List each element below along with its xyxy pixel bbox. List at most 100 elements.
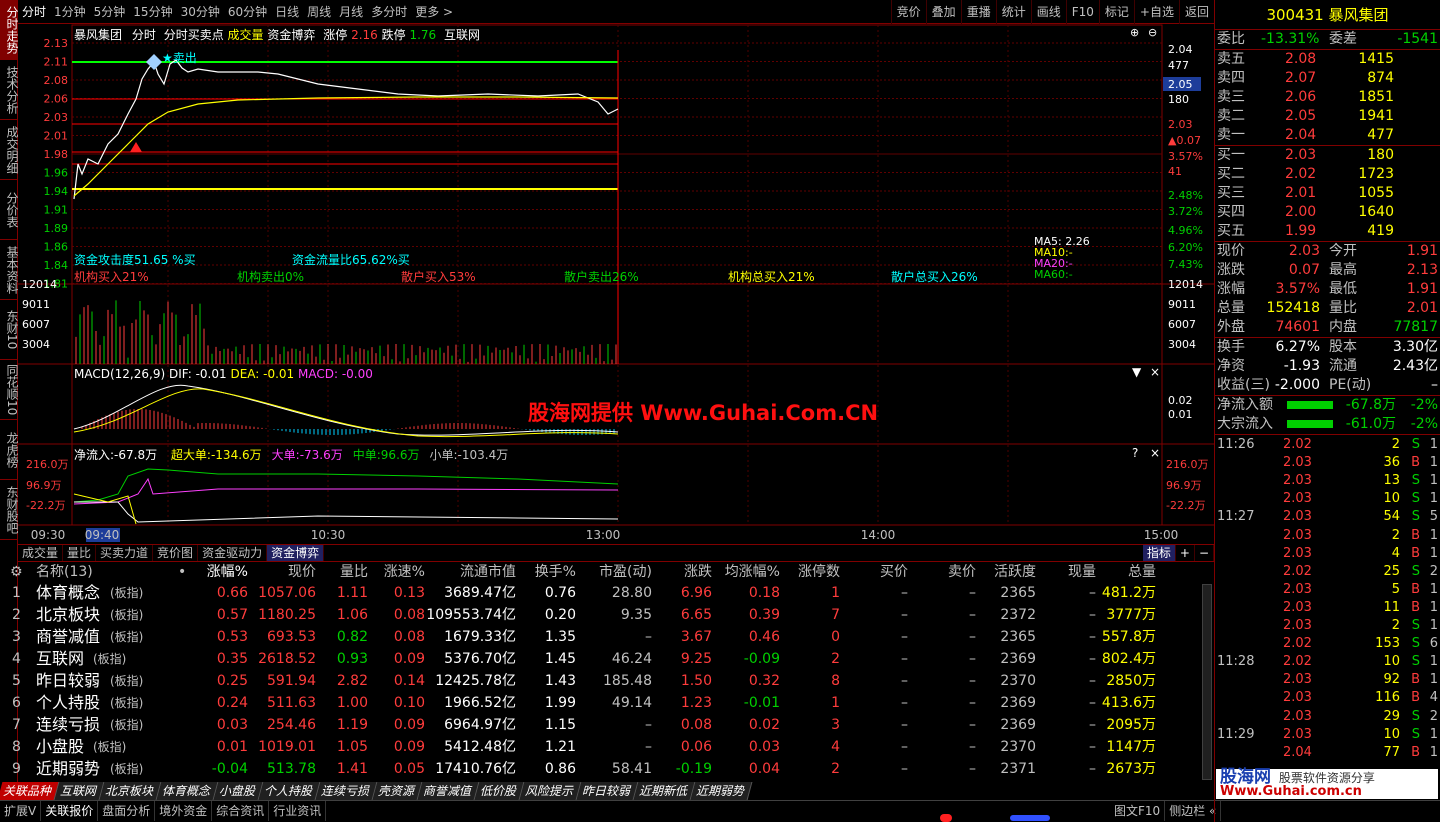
settings-icon[interactable]: ⚙ [10,562,23,582]
left-tab[interactable]: 龙虎榜 [0,420,18,480]
table-row[interactable]: 9 近期弱势 (板指) -0.04 513.78 1.41 0.05 17410.76亿 0.8… [0,758,1214,780]
header-item[interactable]: 分时买卖点 [164,28,224,42]
period-tab[interactable]: 30分钟 [177,0,224,24]
order-book-row[interactable]: 卖四 2.07 874 [1215,69,1440,88]
indicator-tab[interactable]: 竞价图 [153,545,199,561]
sector-tab[interactable]: 商誉减值 [417,782,480,800]
indicator-tab[interactable]: 成交量 [18,545,64,561]
period-tab[interactable]: 1分钟 [50,0,90,24]
column-header[interactable]: 现价 [288,562,316,582]
left-tab[interactable]: 同花顺10 [0,360,18,420]
table-row[interactable]: 7 连续亏损 (板指) 0.03 254.46 1.19 0.09 6964.97亿 1.15 –… [0,714,1214,736]
column-header[interactable]: 流通市值 [460,562,516,582]
column-header[interactable]: 涨速% [384,562,425,582]
indicator-control[interactable]: − [1195,545,1214,561]
period-tab[interactable]: 多分时 [367,0,411,24]
sector-tab[interactable]: 近期弱势 [690,782,753,800]
period-tab[interactable]: 更多 > [411,0,457,24]
toolbar-button[interactable]: 标记 [1098,0,1134,24]
indicator-tab[interactable]: 资金博弈 [267,545,325,561]
status-right-item[interactable]: 图文F10 [1110,801,1166,821]
order-book-row[interactable]: 卖五 2.08 1415 [1215,50,1440,69]
macd-dropdown-icon[interactable]: ▼ [1132,365,1141,379]
header-item[interactable]: 资金博弈 [267,28,315,42]
column-header[interactable]: 总量 [1128,562,1156,582]
column-header[interactable]: 涨跌 [684,562,712,582]
toolbar-button[interactable]: 竞价 [890,0,926,24]
table-row[interactable]: 1 体育概念 (板指) 0.66 1057.06 1.11 0.13 3689.47亿 0.76… [0,582,1214,604]
left-tab[interactable]: 成交明细 [0,120,18,180]
header-item[interactable]: 成交量 [228,28,264,42]
status-item[interactable]: 综合资讯 [212,801,270,821]
sector-name[interactable]: 北京板块 [36,604,100,626]
toolbar-button[interactable]: +自选 [1133,0,1179,24]
column-header[interactable]: • [178,562,186,582]
toolbar-button[interactable]: 叠加 [925,0,961,24]
sector-tab[interactable]: 昨日较弱 [576,782,639,800]
period-tab[interactable]: 60分钟 [224,0,271,24]
header-item[interactable]: 分时 [132,28,156,42]
toolbar-button[interactable]: 重播 [960,0,996,24]
table-row[interactable]: 3 商誉减值 (板指) 0.53 693.53 0.82 0.08 1679.33亿 1.35 –… [0,626,1214,648]
sector-tab[interactable]: 连续亏损 [315,782,378,800]
status-item[interactable]: 关联报价 [41,801,99,821]
sector-name[interactable]: 体育概念 [36,582,100,604]
toolbar-button[interactable]: 返回 [1178,0,1214,24]
left-tab[interactable]: 基本资料 [0,240,18,300]
zoom-icon[interactable]: ⊖ [1148,26,1157,39]
order-book-row[interactable]: 买二 2.02 1723 [1215,165,1440,184]
sector-tab[interactable]: 低价股 [474,782,525,800]
flow-close-icon[interactable]: × [1150,446,1160,460]
sector-name[interactable]: 小盘股 [36,736,84,758]
expand-icon[interactable]: ⊕ [1130,26,1139,39]
order-book-row[interactable]: 买四 2.00 1640 [1215,203,1440,222]
sector-tab[interactable]: 互联网 [54,782,105,800]
left-tab[interactable]: 分时走势 [0,0,18,60]
column-header[interactable]: 活跃度 [994,562,1036,582]
status-item[interactable]: 境外资金 [155,801,213,821]
industry-label[interactable]: 互联网 [444,28,480,42]
period-tab[interactable]: 15分钟 [129,0,176,24]
sector-name[interactable]: 互联网 [36,648,84,670]
column-header[interactable]: 现量 [1068,562,1096,582]
toolbar-button[interactable]: 统计 [995,0,1031,24]
order-book-row[interactable]: 买三 2.01 1055 [1215,184,1440,203]
column-header[interactable]: 市盈(动) [599,562,652,582]
column-header[interactable]: 买价 [880,562,908,582]
table-scrollbar[interactable] [1202,584,1212,780]
indicator-control[interactable]: 指标 [1142,545,1176,561]
column-header[interactable]: 名称(13) [36,562,93,582]
status-right-item[interactable]: 侧边栏 « [1165,801,1222,821]
column-header[interactable]: 量比 [340,562,368,582]
left-tab[interactable]: 技术分析 [0,60,18,120]
toolbar-button[interactable]: F10 [1065,0,1099,24]
column-header[interactable]: 涨停数 [798,562,840,582]
indicator-tab[interactable]: 资金驱动力 [198,545,268,561]
table-row[interactable]: 8 小盘股 (板指) 0.01 1019.01 1.05 0.09 5412.48亿 1.21 –… [0,736,1214,758]
column-header[interactable]: 换手% [535,562,576,582]
tick-list[interactable]: 11:26 2.02 2 S 1 2.03 36 B 1 2.03 13 S 1 2.03 10 S 1 11:2… [1215,435,1440,761]
toolbar-button[interactable]: 画线 [1030,0,1066,24]
column-header[interactable]: 卖价 [948,562,976,582]
sector-tab[interactable]: 北京板块 [99,782,162,800]
column-header[interactable]: 涨幅% [207,562,248,582]
sector-tab[interactable]: 壳资源 [372,782,423,800]
table-row[interactable]: 6 个人持股 (板指) 0.24 511.63 1.00 0.10 1966.52亿 1.99 4… [0,692,1214,714]
sector-tab[interactable]: 关联品种 [0,782,60,800]
table-row[interactable]: 2 北京板块 (板指) 0.57 1180.25 1.06 0.08 109553.74亿 0.… [0,604,1214,626]
sector-tab[interactable]: 近期新低 [633,782,696,800]
sector-name[interactable]: 个人持股 [36,692,100,714]
column-header[interactable]: 均涨幅% [725,562,780,582]
period-tab[interactable]: 日线 [271,0,303,24]
status-item[interactable]: 行业资讯 [269,801,327,821]
order-book-row[interactable]: 卖三 2.06 1851 [1215,88,1440,107]
indicator-control[interactable]: + [1176,545,1195,561]
status-item[interactable]: 扩展V [0,801,42,821]
left-tab[interactable]: 东财股吧 [0,480,18,540]
period-tab[interactable]: 分时 [18,0,50,24]
sector-tab[interactable]: 个人持股 [258,782,321,800]
order-book-row[interactable]: 卖二 2.05 1941 [1215,107,1440,126]
sector-tab[interactable]: 小盘股 [213,782,264,800]
table-row[interactable]: 4 互联网 (板指) 0.35 2618.52 0.93 0.09 5376.70亿 1.45 4… [0,648,1214,670]
left-tab[interactable]: 分价表 [0,180,18,240]
